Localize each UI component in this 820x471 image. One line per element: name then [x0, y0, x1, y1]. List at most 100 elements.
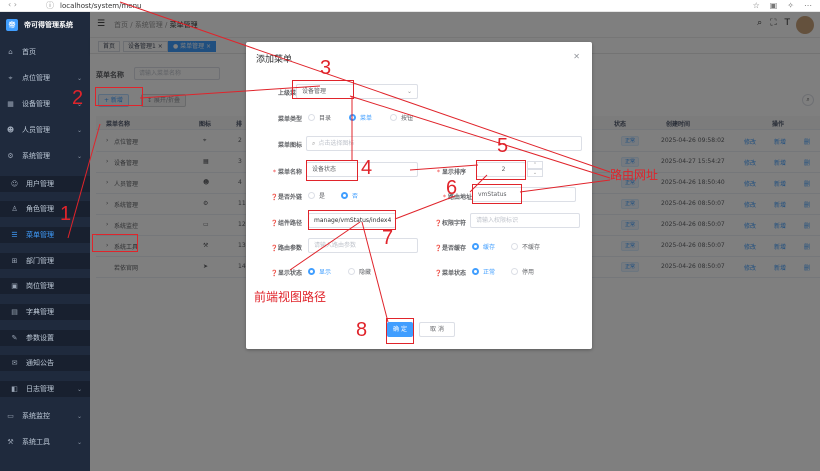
chevron-down-icon: ⌄	[76, 126, 82, 134]
annotation-box-sort	[476, 160, 526, 180]
radio-frame-no[interactable]: 否	[341, 191, 358, 200]
sidebar-item-label: 角色管理	[26, 205, 54, 213]
sidebar-item-10[interactable]: ▤ 字典管理	[0, 304, 90, 320]
browser-actions: ☆ ▣ ✧ ⋯	[743, 0, 812, 12]
radio-show[interactable]: 显示	[308, 267, 331, 276]
menu-icon-label: 菜单图标	[277, 142, 302, 149]
annotation-box-parent	[292, 80, 354, 99]
logo-icon: 帝	[6, 19, 18, 31]
back-forward-icon[interactable]: ‹ ›	[8, 0, 17, 9]
sidebar-item-label: 首页	[22, 48, 36, 56]
menu-icon: ☰	[11, 231, 18, 239]
sidebar-item-8[interactable]: ⊞ 部门管理	[0, 253, 90, 269]
cancel-button[interactable]: 取 消	[419, 322, 455, 337]
sidebar-item-1[interactable]: ⌖ 点位管理 ⌄	[0, 70, 90, 86]
radio-hide[interactable]: 隐藏	[348, 267, 371, 276]
sidebar-item-0[interactable]: ⌂ 首页	[0, 44, 90, 60]
home-icon: ⌂	[8, 48, 13, 56]
extension-icon[interactable]: ✧	[787, 1, 794, 10]
monitor-icon: ▭	[7, 412, 14, 420]
annotation-number-1: 1	[60, 203, 72, 225]
dialog-title: 添加菜单	[256, 55, 293, 65]
radio-normal[interactable]: 正常	[472, 267, 495, 276]
sidebar-item-3[interactable]: ☻ 人员管理 ⌄	[0, 122, 90, 138]
annotation-number-6: 6	[446, 177, 458, 199]
annotation-number-8: 8	[356, 319, 368, 341]
sidebar-item-label: 点位管理	[22, 74, 50, 82]
sidebar-logo[interactable]: 帝 帝可得管理系统	[0, 12, 90, 38]
radio-cache[interactable]: 缓存	[472, 242, 495, 251]
radio-button[interactable]: 按钮	[390, 113, 413, 122]
site-info-icon[interactable]: ⓘ	[46, 0, 54, 11]
browser-bar: ‹ › ⓘ localhost/system/menu ☆ ▣ ✧ ⋯	[0, 0, 820, 12]
annotation-box-route	[472, 184, 522, 204]
sidebar-item-label: 字典管理	[26, 308, 54, 316]
dict-icon: ▤	[11, 308, 18, 316]
query-label: ❓路由参数	[270, 245, 303, 252]
annotation-box-add	[95, 87, 143, 106]
sidebar-item-13[interactable]: ◧ 日志管理 ⌄	[0, 381, 90, 397]
radio-menu[interactable]: 菜单	[349, 113, 372, 122]
annotation-number-2: 2	[72, 87, 84, 109]
device-icon: ▦	[7, 100, 14, 108]
sidebar-item-label: 系统管理	[22, 152, 50, 160]
chevron-down-icon: ⌄	[76, 438, 82, 446]
annotation-route-url: 路由网址	[610, 168, 659, 182]
sidebar: 帝 帝可得管理系统 ⌂ 首页 ⌖ 点位管理 ⌄ ▦ 设备管理 ⌄ ☻ 人员管理 ⌄ ⚙ 系统管理 ⌄ ☺ 用户…	[0, 12, 90, 471]
stepper-arrows[interactable]: ⌃ ⌄	[527, 161, 543, 178]
sidebar-item-6[interactable]: ♙ 角色管理	[0, 201, 90, 217]
annotation-box-confirm	[386, 318, 414, 344]
chevron-down-icon: ⌄	[76, 385, 82, 393]
sidebar-item-9[interactable]: ▣ 岗位管理	[0, 278, 90, 294]
collection-icon[interactable]: ▣	[770, 1, 778, 10]
close-icon[interactable]: ✕	[573, 52, 580, 61]
chevron-down-icon: ⌄	[406, 88, 412, 95]
chevron-down-icon: ⌄	[76, 152, 82, 160]
annotation-box-name	[306, 160, 358, 181]
chevron-up-icon: ⌃	[527, 161, 543, 169]
sidebar-item-label: 岗位管理	[26, 282, 54, 290]
star-icon[interactable]: ☆	[753, 1, 760, 10]
visible-label: ❓显示状态	[270, 270, 303, 277]
perms-label: ❓权限字符	[434, 220, 467, 227]
component-label: ❓组件路径	[270, 220, 303, 227]
chevron-down-icon: ⌄	[527, 169, 543, 177]
sidebar-item-15[interactable]: ⚒ 系统工具 ⌄	[0, 434, 90, 450]
sidebar-item-label: 通知公告	[26, 359, 54, 367]
gear-icon: ⚙	[7, 152, 14, 160]
perms-input[interactable]: 请输入权限标识	[470, 213, 580, 228]
sidebar-item-7[interactable]: ☰ 菜单管理	[0, 227, 90, 243]
radio-no-cache[interactable]: 不缓存	[511, 242, 540, 251]
chevron-down-icon: ⌄	[76, 74, 82, 82]
more-icon[interactable]: ⋯	[804, 1, 812, 10]
sidebar-item-5[interactable]: ☺ 用户管理	[0, 176, 90, 192]
radio-disabled[interactable]: 停用	[511, 267, 534, 276]
radio-directory[interactable]: 目录	[308, 113, 331, 122]
annotation-view-path: 前端视图路径	[254, 290, 327, 304]
search-icon: ⌕	[312, 140, 316, 147]
query-input[interactable]: 请输入路由参数	[308, 238, 418, 253]
notice-icon: ✉	[11, 359, 18, 367]
log-icon: ◧	[11, 385, 18, 393]
menu-icon-input[interactable]: ⌕ 点击选择图标	[306, 136, 582, 151]
menu-name-label: * 菜单名称	[272, 169, 302, 176]
sidebar-item-label: 设备管理	[22, 100, 50, 108]
annotation-number-4: 4	[361, 157, 373, 179]
sidebar-item-label: 部门管理	[26, 257, 54, 265]
annotation-box-menu-manage	[92, 234, 138, 252]
sidebar-item-label: 系统工具	[22, 438, 50, 446]
address-bar-url[interactable]: localhost/system/menu	[60, 0, 141, 12]
menu-status-label: ❓菜单状态	[434, 270, 467, 277]
menu-type-label: 菜单类型	[277, 116, 302, 123]
sidebar-item-11[interactable]: ✎ 参数设置	[0, 330, 90, 346]
is-cache-label: ❓是否缓存	[434, 245, 467, 252]
sidebar-item-label: 用户管理	[26, 180, 54, 188]
sidebar-item-12[interactable]: ✉ 通知公告	[0, 355, 90, 371]
people-icon: ☻	[6, 126, 15, 134]
radio-frame-yes[interactable]: 是	[308, 191, 325, 200]
annotation-number-5: 5	[497, 135, 509, 157]
sidebar-item-4[interactable]: ⚙ 系统管理 ⌄	[0, 148, 90, 164]
sidebar-item-label: 人员管理	[22, 126, 50, 134]
sidebar-item-14[interactable]: ▭ 系统监控 ⌄	[0, 408, 90, 424]
tool-icon: ⚒	[7, 438, 14, 446]
